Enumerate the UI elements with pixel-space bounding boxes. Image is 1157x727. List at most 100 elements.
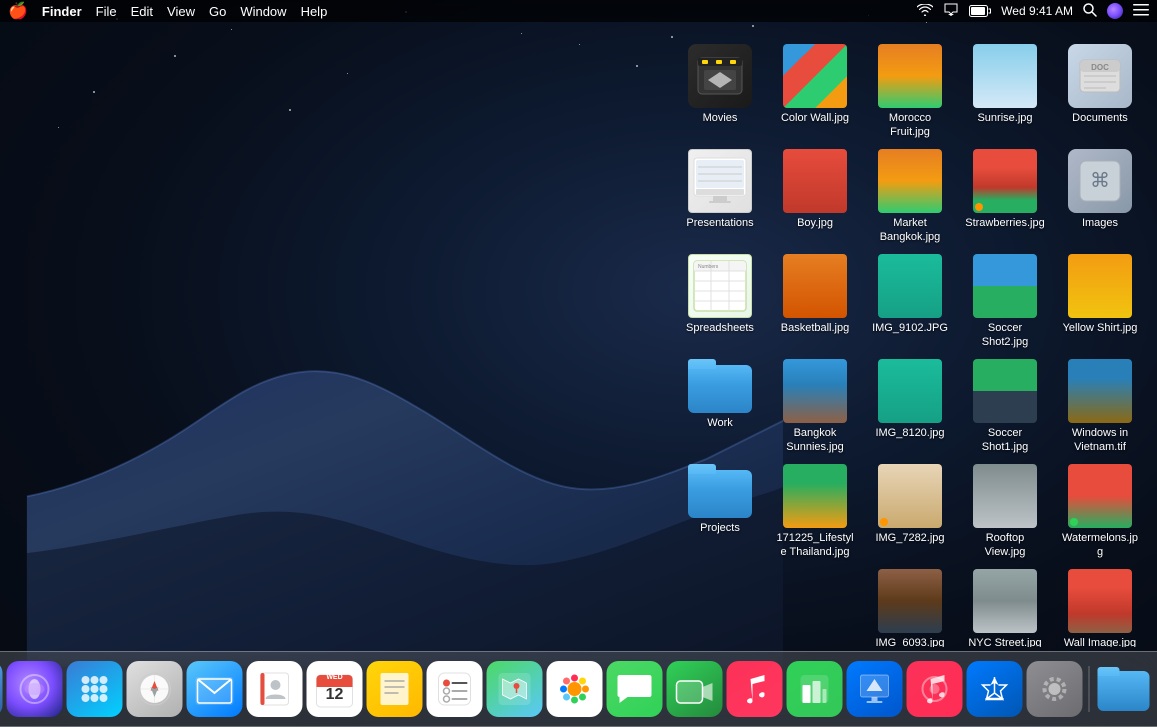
desktop-icon-lifestyle-thailand[interactable]: 171225_Lifestyle Thailand.jpg <box>772 460 858 560</box>
desktop-icon-soccer-shot1[interactable]: Soccer Shot1.jpg <box>962 355 1048 455</box>
datetime: Wed 9:41 AM <box>1001 4 1073 18</box>
battery-icon[interactable] <box>969 5 991 17</box>
dock-downloads-folder[interactable] <box>1095 661 1151 717</box>
dock-music[interactable] <box>906 661 962 717</box>
svg-text:⌘: ⌘ <box>1090 170 1110 192</box>
dock-numbers[interactable] <box>786 661 842 717</box>
desktop-icon-projects[interactable]: Projects <box>677 460 763 560</box>
dock-launchpad[interactable] <box>66 661 122 717</box>
desktop-icon-documents[interactable]: DOC Documents <box>1057 40 1143 140</box>
view-menu[interactable]: View <box>167 4 195 19</box>
desktop-icon-nyc-street[interactable]: NYC Street.jpg <box>962 565 1048 647</box>
dock-siri[interactable] <box>6 661 62 717</box>
dock-notes[interactable] <box>366 661 422 717</box>
icon-label-color-wall: Color Wall.jpg <box>781 111 849 125</box>
dock-facetime[interactable] <box>666 661 722 717</box>
svg-text:Numbers: Numbers <box>698 264 719 270</box>
icon-label-boy: Boy.jpg <box>797 216 833 230</box>
icon-label-yellow-shirt: Yellow Shirt.jpg <box>1063 321 1138 335</box>
desktop-icon-bangkok-sunnies[interactable]: Bangkok Sunnies.jpg <box>772 355 858 455</box>
edit-menu[interactable]: Edit <box>131 4 153 19</box>
wifi-icon[interactable] <box>917 4 933 19</box>
desktop-icon-boy[interactable]: Boy.jpg <box>772 145 858 245</box>
dock-reminders[interactable] <box>426 661 482 717</box>
svg-text:DOC: DOC <box>1091 63 1109 72</box>
icon-label-watermelons: Watermelons.jpg <box>1060 531 1140 560</box>
desktop-icon-img7282[interactable]: IMG_7282.jpg <box>867 460 953 560</box>
icon-label-spreadsheets: Spreadsheets <box>686 321 754 335</box>
desktop-icon-img6093[interactable]: IMG_6093.jpg <box>867 565 953 647</box>
icon-label-documents: Documents <box>1072 111 1128 125</box>
icon-label-projects: Projects <box>700 521 740 535</box>
dock-messages[interactable] <box>606 661 662 717</box>
icon-label-strawberries: Strawberries.jpg <box>965 216 1044 230</box>
icon-label-img6093: IMG_6093.jpg <box>875 636 944 647</box>
icon-label-lifestyle-thailand: 171225_Lifestyle Thailand.jpg <box>775 531 855 560</box>
file-menu[interactable]: File <box>96 4 117 19</box>
app-name[interactable]: Finder <box>42 4 82 19</box>
menubar: 🍎 Finder File Edit View Go Window Help <box>0 0 1157 22</box>
desktop-icon-spreadsheets[interactable]: Numbers Spreadsheets <box>677 250 763 350</box>
dock-photos[interactable] <box>546 661 602 717</box>
desktop-icons-area: Movies Color Wall.jpg Morocco Fruit.jpg … <box>677 30 1157 647</box>
desktop-icon-img9102[interactable]: IMG_9102.JPG <box>867 250 953 350</box>
dock-settings[interactable] <box>1026 661 1082 717</box>
apple-menu[interactable]: 🍎 <box>8 1 28 21</box>
dock-safari[interactable] <box>126 661 182 717</box>
desktop-icon-img8120[interactable]: IMG_8120.jpg <box>867 355 953 455</box>
desktop-icon-images[interactable]: ⌘ Images <box>1057 145 1143 245</box>
window-menu[interactable]: Window <box>240 4 286 19</box>
dock-divider <box>1088 666 1089 712</box>
icon-label-img9102: IMG_9102.JPG <box>872 321 948 335</box>
svg-text:WED: WED <box>326 674 342 681</box>
desktop-icon-windows-vietnam[interactable]: Windows in Vietnam.tif <box>1057 355 1143 455</box>
dock-maps[interactable] <box>486 661 542 717</box>
desktop-icon-color-wall[interactable]: Color Wall.jpg <box>772 40 858 140</box>
desktop-icon-rooftop-view[interactable]: Rooftop View.jpg <box>962 460 1048 560</box>
icon-label-soccer-shot1: Soccer Shot1.jpg <box>965 426 1045 455</box>
menubar-right: Wed 9:41 AM <box>917 3 1149 20</box>
dock-appstore[interactable] <box>966 661 1022 717</box>
help-menu[interactable]: Help <box>301 4 328 19</box>
desktop-icon-presentations[interactable]: Presentations <box>677 145 763 245</box>
desktop-icon-sunrise[interactable]: Sunrise.jpg <box>962 40 1048 140</box>
icon-grid: Movies Color Wall.jpg Morocco Fruit.jpg … <box>682 40 1152 647</box>
desktop-icon-wall-image[interactable]: Wall Image.jpg <box>1057 565 1143 647</box>
dock-itunes[interactable] <box>726 661 782 717</box>
desktop-icon-basketball[interactable]: Basketball.jpg <box>772 250 858 350</box>
menubar-left: 🍎 Finder File Edit View Go Window Help <box>8 1 327 21</box>
desktop-icon-market-bangkok[interactable]: Market Bangkok.jpg <box>867 145 953 245</box>
icon-label-morocco-fruit: Morocco Fruit.jpg <box>870 111 950 140</box>
icon-label-movies: Movies <box>703 111 738 125</box>
icon-label-windows-vietnam: Windows in Vietnam.tif <box>1060 426 1140 455</box>
desktop-icon-yellow-shirt[interactable]: Yellow Shirt.jpg <box>1057 250 1143 350</box>
desktop-icon-soccer-shot2[interactable]: Soccer Shot2.jpg <box>962 250 1048 350</box>
icon-label-img7282: IMG_7282.jpg <box>875 531 944 545</box>
icon-label-img8120: IMG_8120.jpg <box>875 426 944 440</box>
desktop-icon-morocco-fruit[interactable]: Morocco Fruit.jpg <box>867 40 953 140</box>
dock-finder[interactable]: F <box>0 661 2 717</box>
icon-label-presentations: Presentations <box>686 216 753 230</box>
desktop-icon-strawberries[interactable]: Strawberries.jpg <box>962 145 1048 245</box>
dock: F <box>0 651 1157 727</box>
control-center-icon[interactable] <box>1133 4 1149 19</box>
siri-menubar-icon[interactable] <box>1107 3 1123 19</box>
icon-label-market-bangkok: Market Bangkok.jpg <box>870 216 950 245</box>
desktop-icon-work[interactable]: Work <box>677 355 763 455</box>
airplay-icon[interactable] <box>943 3 959 19</box>
desktop-icon-watermelons[interactable]: Watermelons.jpg <box>1057 460 1143 560</box>
dock-contacts[interactable] <box>246 661 302 717</box>
desktop-icon-movies[interactable]: Movies <box>677 40 763 140</box>
desktop: 🍎 Finder File Edit View Go Window Help <box>0 0 1157 727</box>
dock-mail[interactable] <box>186 661 242 717</box>
svg-text:12: 12 <box>325 686 343 703</box>
icon-label-images: Images <box>1082 216 1118 230</box>
icon-label-work: Work <box>707 416 732 430</box>
icon-label-nyc-street: NYC Street.jpg <box>968 636 1041 647</box>
go-menu[interactable]: Go <box>209 4 226 19</box>
icon-label-rooftop-view: Rooftop View.jpg <box>965 531 1045 560</box>
icon-label-wall-image: Wall Image.jpg <box>1064 636 1136 647</box>
dock-calendar[interactable]: WED 12 <box>306 661 362 717</box>
spotlight-icon[interactable] <box>1083 3 1097 20</box>
dock-keynote[interactable] <box>846 661 902 717</box>
